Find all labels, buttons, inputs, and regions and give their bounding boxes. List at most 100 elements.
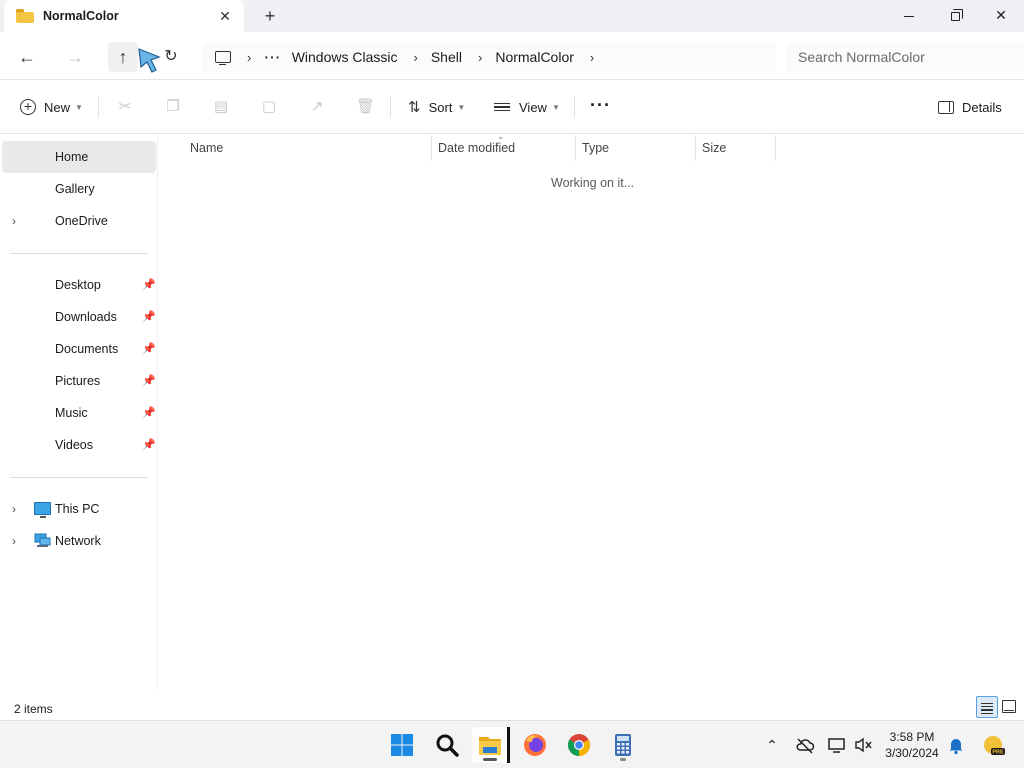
search-input[interactable]: Search NormalColor: [786, 42, 1024, 72]
up-button[interactable]: ↑: [108, 42, 138, 72]
sidebar-item-label: Videos: [55, 438, 93, 452]
text-cursor-icon: [507, 727, 510, 763]
sort-label: Sort: [428, 99, 453, 115]
sidebar-item-label: Downloads: [55, 310, 117, 324]
tiles-view-toggle[interactable]: [1002, 700, 1016, 713]
chevron-right-icon[interactable]: ›: [12, 502, 16, 516]
navigation-pane: Home Gallery › OneDrive Desktop 📌 Downlo…: [0, 135, 158, 690]
taskbar-calculator[interactable]: [605, 727, 641, 763]
pin-icon: 📌: [142, 375, 156, 387]
title-bar: NormalColor ✕ + ✕: [0, 0, 1024, 32]
chevron-down-icon: ▼: [551, 102, 560, 112]
sidebar-item-documents[interactable]: Documents 📌: [2, 333, 156, 365]
tab-close-button[interactable]: ✕: [216, 7, 234, 25]
pin-icon: 📌: [142, 311, 156, 323]
minimize-button[interactable]: [886, 0, 932, 32]
taskbar-search-button[interactable]: [429, 727, 465, 763]
sidebar-item-music[interactable]: Music 📌: [2, 397, 156, 429]
show-hidden-icons-button[interactable]: ⌃: [762, 729, 782, 761]
arrow-left-icon: ←: [18, 47, 36, 67]
volume-tray-button[interactable]: [852, 729, 874, 761]
taskbar-clock[interactable]: 3:58 PM 3/30/2024: [880, 729, 944, 761]
breadcrumb-shell[interactable]: Shell: [431, 49, 462, 65]
details-view-toggle[interactable]: [976, 696, 998, 718]
onedrive-tray-button[interactable]: [794, 729, 816, 761]
tab-title: NormalColor: [43, 9, 119, 23]
notifications-button[interactable]: [946, 729, 966, 761]
details-label: Details: [962, 99, 1002, 115]
sidebar-item-gallery[interactable]: Gallery: [2, 173, 156, 205]
breadcrumb-windows-classic[interactable]: Windows Classic: [292, 49, 398, 65]
pc-icon: [34, 502, 51, 518]
breadcrumb[interactable]: › ··· › Windows Classic › Shell › Normal…: [202, 42, 776, 72]
start-button[interactable]: [384, 727, 420, 763]
start-icon: [391, 734, 413, 756]
more-options-button[interactable]: ···: [590, 92, 611, 118]
sidebar-item-label: Gallery: [55, 182, 95, 196]
status-bar: 2 items: [0, 696, 1024, 720]
sidebar-item-label: Pictures: [55, 374, 101, 388]
sidebar-item-network[interactable]: › Network: [2, 525, 156, 557]
sidebar-item-pictures[interactable]: Pictures 📌: [2, 365, 156, 397]
delete-icon[interactable]: 🗑: [356, 98, 375, 116]
display-tray-button[interactable]: [826, 729, 848, 761]
column-header-name[interactable]: Name: [184, 135, 432, 161]
new-tab-button[interactable]: +: [260, 6, 280, 26]
sidebar-item-label: Network: [55, 534, 101, 548]
copilot-pre-button[interactable]: PRE: [978, 729, 1008, 761]
toolbar-divider: [574, 96, 575, 118]
list-view-icon: [494, 101, 510, 114]
restore-icon: [950, 8, 963, 21]
taskbar-file-explorer[interactable]: [472, 727, 508, 763]
details-pane-button[interactable]: Details: [938, 94, 1002, 120]
loading-message: Working on it...: [551, 176, 635, 190]
chevron-right-icon[interactable]: ›: [590, 50, 594, 65]
folder-icon: [16, 9, 34, 23]
sort-button[interactable]: ⇅ Sort ▼: [408, 94, 465, 120]
sidebar-item-this-pc[interactable]: › This PC: [2, 493, 156, 525]
sidebar-item-label: OneDrive: [55, 214, 108, 228]
tab-normalcolor[interactable]: NormalColor ✕: [4, 0, 244, 32]
chevron-right-icon[interactable]: ›: [247, 50, 251, 65]
breadcrumb-normalcolor[interactable]: NormalColor: [495, 49, 574, 65]
sidebar-item-label: Desktop: [55, 278, 101, 292]
forward-button[interactable]: →: [60, 42, 90, 72]
sidebar-item-desktop[interactable]: Desktop 📌: [2, 269, 156, 301]
close-button[interactable]: ✕: [978, 0, 1024, 32]
chrome-icon: [568, 734, 590, 756]
chevron-up-icon: ⌃: [766, 737, 778, 753]
new-button[interactable]: + New ▼: [20, 94, 83, 120]
copilot-pre-icon: PRE: [984, 736, 1005, 756]
chevron-right-icon[interactable]: ›: [12, 214, 16, 228]
running-indicator: [620, 758, 626, 761]
rename-icon[interactable]: ▢: [260, 98, 278, 116]
minimize-icon: [904, 15, 914, 17]
maximize-button[interactable]: [932, 0, 978, 32]
sidebar-item-downloads[interactable]: Downloads 📌: [2, 301, 156, 333]
column-header-type[interactable]: Type: [576, 135, 696, 161]
toolbar-divider: [98, 96, 99, 118]
chevron-right-icon[interactable]: ›: [12, 534, 16, 548]
breadcrumb-overflow[interactable]: ···: [264, 49, 281, 65]
refresh-icon: ↻: [164, 48, 178, 65]
sidebar-item-home[interactable]: Home: [2, 141, 156, 173]
view-button[interactable]: View ▼: [494, 94, 560, 120]
copy-icon[interactable]: ❐: [164, 98, 182, 116]
sidebar-item-onedrive[interactable]: › OneDrive: [2, 205, 156, 237]
speaker-muted-icon: [855, 737, 872, 753]
taskbar-firefox[interactable]: [517, 727, 553, 763]
column-header-size[interactable]: Size: [696, 135, 776, 161]
paste-icon[interactable]: ▤: [212, 98, 230, 116]
cut-icon[interactable]: ✂: [116, 98, 134, 116]
sidebar-item-videos[interactable]: Videos 📌: [2, 429, 156, 461]
back-button[interactable]: ←: [12, 42, 42, 72]
plus-circle-icon: +: [20, 99, 36, 115]
taskbar-chrome[interactable]: [561, 727, 597, 763]
monitor-icon[interactable]: [215, 51, 231, 65]
pin-icon: 📌: [142, 279, 156, 291]
toolbar-divider: [390, 96, 391, 118]
chevron-right-icon[interactable]: ›: [478, 50, 482, 65]
share-icon[interactable]: ↗: [308, 98, 326, 116]
new-label: New: [44, 99, 71, 115]
chevron-right-icon[interactable]: ›: [414, 50, 418, 65]
